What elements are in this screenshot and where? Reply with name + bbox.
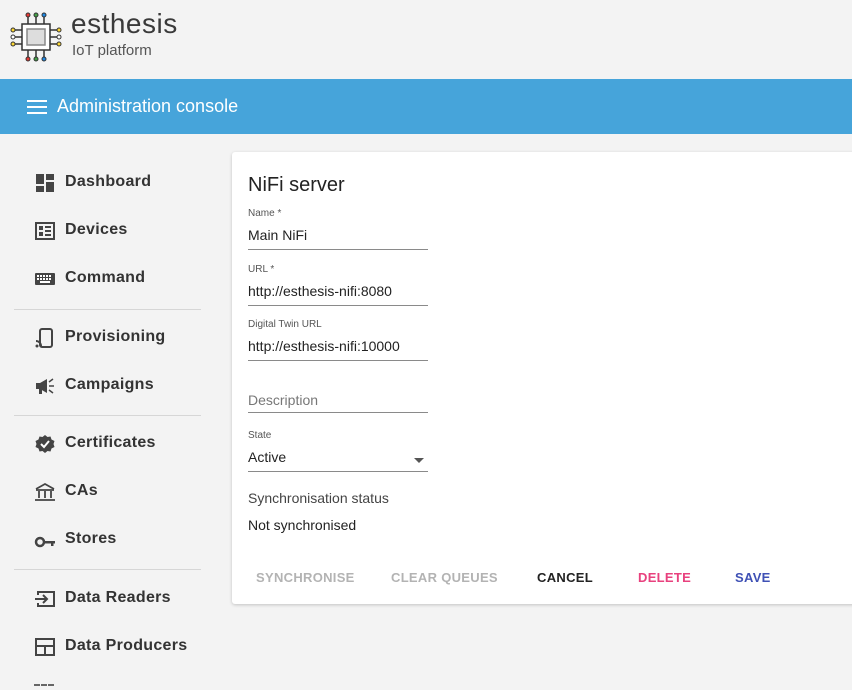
save-button[interactable]: SAVE [735, 570, 771, 585]
sidebar-divider [14, 415, 201, 416]
state-select-value[interactable]: Active [248, 449, 428, 467]
devices-icon [35, 222, 55, 240]
sidebar-item-campaigns[interactable]: Campaigns [34, 371, 204, 401]
chip-logo-icon [10, 12, 62, 62]
cancel-button[interactable]: CANCEL [537, 570, 593, 585]
url-field[interactable]: URL * http://esthesis-nifi:8080 [248, 264, 428, 306]
dropdown-arrow-icon[interactable] [414, 458, 424, 463]
name-field-label: Name * [248, 208, 282, 219]
sidebar-item-label: Data Readers [65, 589, 171, 606]
state-select-label: State [248, 430, 272, 441]
sync-status-value: Not synchronised [248, 517, 357, 533]
sync-status-label: Synchronisation status [248, 490, 389, 506]
description-underline [248, 412, 428, 413]
sidebar-item-command[interactable]: Command [34, 264, 204, 294]
layout-icon [35, 638, 55, 656]
name-field-value[interactable]: Main NiFi [248, 227, 428, 245]
keyboard-icon [35, 273, 55, 285]
sidebar-item-dashboard[interactable]: Dashboard [34, 168, 204, 198]
megaphone-icon [36, 378, 54, 394]
dashboard-icon [36, 174, 54, 192]
delete-button[interactable]: DELETE [638, 570, 691, 585]
sidebar-item-label: Certificates [65, 434, 156, 451]
sidebar-item-label: Provisioning [65, 328, 166, 345]
state-select[interactable]: State Active [248, 430, 428, 472]
sidebar-item-label: CAs [65, 482, 98, 499]
brand-tagline: IoT platform [72, 42, 152, 59]
sidebar-item-data-readers[interactable]: Data Readers [34, 584, 204, 614]
toolbar-title: Administration console [57, 96, 239, 116]
input-icon [35, 591, 55, 607]
name-field[interactable]: Name * Main NiFi [248, 208, 428, 250]
account-balance-icon [35, 482, 55, 501]
sidebar-item-label: Stores [65, 530, 117, 547]
sidebar-item-label: Command [65, 269, 146, 286]
description-field[interactable]: Description [248, 392, 318, 408]
sidebar-item-stores[interactable]: Stores [34, 525, 204, 555]
sidebar-item-label: Campaigns [65, 376, 154, 393]
digital-twin-url-field[interactable]: Digital Twin URL http://esthesis-nifi:10… [248, 319, 428, 361]
synchronise-button[interactable]: SYNCHRONISE [256, 570, 355, 585]
sidebar-item-devices[interactable]: Devices [34, 216, 204, 246]
sidebar-item-label: Data Producers [65, 637, 188, 654]
sidebar-item-cas[interactable]: CAs [34, 477, 204, 507]
digital-twin-url-label: Digital Twin URL [248, 319, 322, 330]
sidebar-item-certificates[interactable]: Certificates [34, 429, 204, 459]
url-field-label: URL * [248, 264, 275, 275]
sidebar-item-partial [34, 684, 54, 690]
sidebar-item-provisioning[interactable]: Provisioning [34, 323, 204, 353]
sidebar-item-label: Dashboard [65, 173, 152, 190]
sidebar-divider [14, 309, 201, 310]
sidebar-divider [14, 569, 201, 570]
hamburger-menu-icon[interactable] [27, 100, 47, 114]
clear-queues-button[interactable]: CLEAR QUEUES [391, 570, 498, 585]
url-field-value[interactable]: http://esthesis-nifi:8080 [248, 283, 428, 301]
sidebar-item-label: Devices [65, 221, 128, 238]
app-header: esthesis IoT platform [0, 0, 852, 79]
brand-name: esthesis [71, 8, 178, 39]
digital-twin-url-value[interactable]: http://esthesis-nifi:10000 [248, 338, 428, 356]
verified-badge-icon [35, 435, 55, 453]
sidebar-item-data-producers[interactable]: Data Producers [34, 632, 204, 662]
sidebar-nav: Dashboard Devices Command Provisioning C… [0, 134, 215, 688]
nifi-server-form-card: NiFi server Name * Main NiFi URL * http:… [232, 152, 852, 604]
phone-cast-icon [35, 328, 53, 348]
top-toolbar: Administration console [0, 79, 852, 134]
key-icon [34, 536, 55, 548]
page-title: NiFi server [248, 174, 345, 196]
